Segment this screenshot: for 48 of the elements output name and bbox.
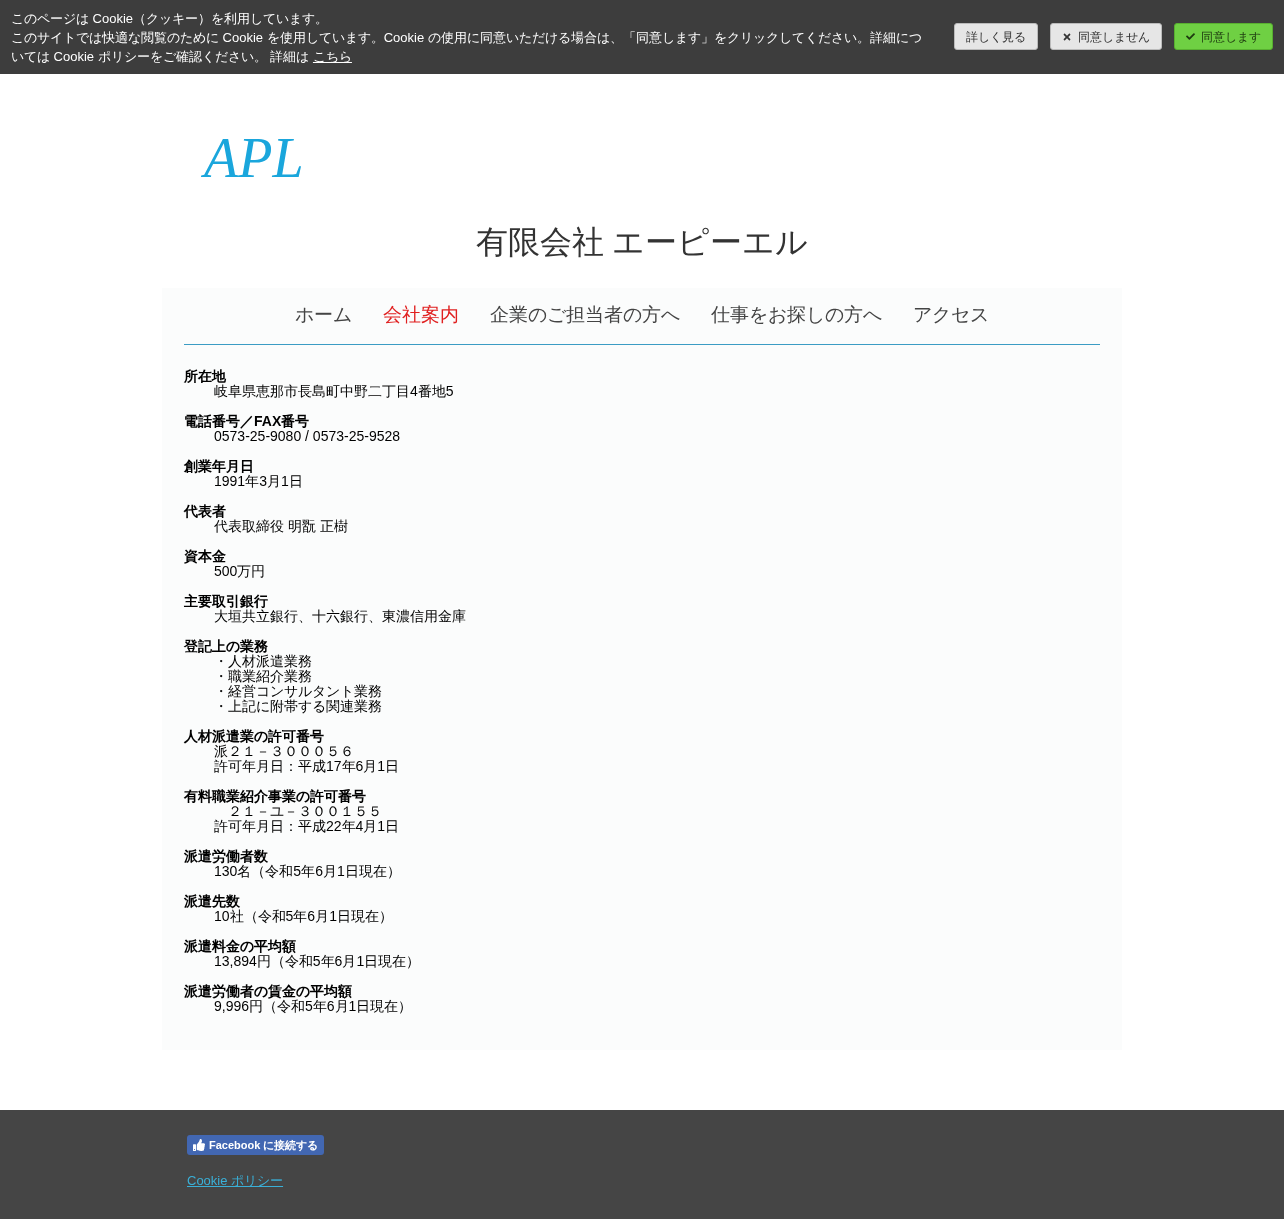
nav-link[interactable]: 企業のご担当者の方へ bbox=[490, 302, 680, 328]
detail-term: 派遣先数 bbox=[184, 894, 240, 909]
site-title: 有限会社 エーピーエル bbox=[474, 223, 810, 262]
detail-term: 有料職業紹介事業の許可番号 bbox=[184, 789, 367, 804]
nav-link[interactable]: ホーム bbox=[295, 302, 352, 328]
detail-term: 主要取引銀行 bbox=[184, 594, 268, 609]
detail-term: 創業年月日 bbox=[184, 459, 255, 474]
cookie-policy-link[interactable]: Cookie ポリシー bbox=[187, 1171, 284, 1191]
decline-button[interactable]: 同意しません bbox=[1050, 23, 1162, 50]
close-icon bbox=[1062, 31, 1072, 42]
check-icon bbox=[1186, 32, 1195, 41]
detail-value: 9,996円（令和5年6月1日現在） bbox=[214, 999, 414, 1014]
detail-value: 10社（令和5年6月1日現在） bbox=[213, 909, 394, 924]
detail-value: 岐阜県恵那市長島町中野二丁目4番地5 bbox=[213, 384, 455, 399]
detail-term: 所在地 bbox=[184, 369, 227, 384]
detail-term: 派遣料金の平均額 bbox=[184, 939, 296, 954]
detail-value: ・経営コンサルタント業務 bbox=[213, 684, 383, 699]
detail-term: 派遣労働者数 bbox=[184, 849, 269, 864]
cookie-message: このサイトでは快適な閲覧のために Cookie を使用しています。Cookie の使用に同意いただける場合は、「同意します」をクリックしてください。詳細については Cookie ポリシーをご確認ください。 詳細は こちら bbox=[11, 29, 923, 66]
detail-value: ２１－ユ－３００１５５ bbox=[227, 804, 383, 819]
detail-value: 代表取締役 明翫 正樹 bbox=[213, 519, 349, 534]
details-link[interactable]: こちら bbox=[312, 49, 352, 64]
facebook-button[interactable]: Facebook に接続する bbox=[187, 1135, 325, 1155]
nav-link[interactable]: アクセス bbox=[913, 302, 989, 328]
detail-value: ・職業紹介業務 bbox=[213, 669, 313, 684]
detail-term: 電話番号／FAX番号 bbox=[184, 414, 311, 429]
detail-value: 許可年月日：平成22年4月1日 bbox=[213, 819, 401, 834]
nav-link[interactable]: 会社案内 bbox=[383, 302, 459, 328]
thumbs-up-icon bbox=[193, 1139, 205, 1151]
detail-value: 13,894円（令和5年6月1日現在） bbox=[213, 954, 422, 969]
detail-value: 0573-25-9080 / 0573-25-9528 bbox=[213, 429, 402, 444]
detail-value: 500万円 bbox=[213, 564, 267, 579]
detail-term: 登記上の業務 bbox=[184, 639, 268, 654]
detail-value: 派２１－３０００５６ bbox=[214, 744, 355, 759]
detail-value: 130名（令和5年6月1日現在） bbox=[214, 864, 402, 879]
accept-button[interactable]: 同意します bbox=[1174, 23, 1273, 50]
detail-value: 1991年3月1日 bbox=[213, 474, 304, 489]
detail-value: ・上記に附帯する関連業務 bbox=[213, 699, 383, 714]
detail-value: ・人材派遣業務 bbox=[213, 654, 313, 669]
detail-value: 大垣共立銀行、十六銀行、東濃信用金庫 bbox=[213, 609, 467, 624]
detail-term: 代表者 bbox=[184, 504, 227, 519]
detail-value: 許可年月日：平成17年6月1日 bbox=[213, 759, 401, 774]
detail-term: 人材派遣業の許可番号 bbox=[184, 729, 325, 744]
detail-term: 資本金 bbox=[184, 549, 227, 564]
detail-term: 派遣労働者の賃金の平均額 bbox=[184, 984, 353, 999]
nav-link[interactable]: 仕事をお探しの方へ bbox=[711, 302, 882, 328]
cookie-title: このページは Cookie（クッキー）を利用しています。 bbox=[11, 10, 330, 28]
details-button[interactable]: 詳しく見る bbox=[954, 23, 1038, 50]
